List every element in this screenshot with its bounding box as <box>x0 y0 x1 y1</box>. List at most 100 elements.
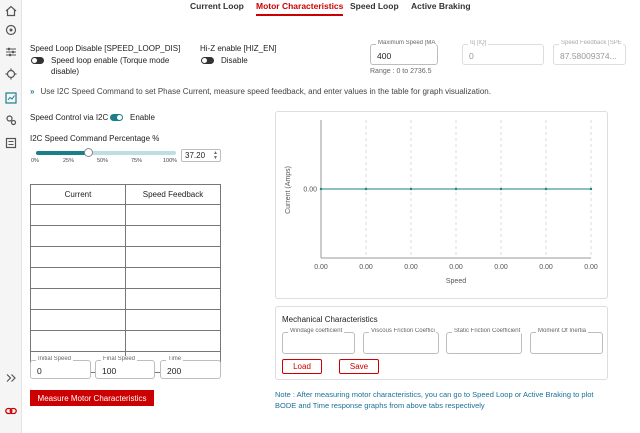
chart-x-tick-label: 0.00 <box>494 264 508 271</box>
chart-card: 0.00 0.00 0.00 0.00 0.00 0.00 0.00 0.00 Current… <box>275 111 608 299</box>
chart-x-axis-label: Speed <box>446 278 466 285</box>
current-cell[interactable] <box>30 204 126 226</box>
current-cell[interactable] <box>30 225 126 247</box>
windage-coefficient-legend: Windage coefficient <box>288 328 345 334</box>
max-speed-field[interactable]: Maximum Speed [MAX 400 <box>370 40 438 65</box>
tab-current-loop[interactable]: Current Loop <box>190 1 244 14</box>
tab-active-braking[interactable]: Active Braking <box>411 1 471 14</box>
time-legend: Time <box>166 356 184 362</box>
initial-speed-field[interactable]: Initial Speed 0 <box>30 356 91 379</box>
current-cell[interactable] <box>30 288 126 310</box>
tab-speed-loop[interactable]: Speed Loop <box>350 1 399 14</box>
slider-thumb[interactable] <box>84 148 94 157</box>
link-icon[interactable] <box>4 404 18 418</box>
current-cell[interactable] <box>30 246 126 268</box>
sliders-icon[interactable] <box>4 45 18 59</box>
tab-motor-characteristics[interactable]: Motor Characteristics <box>256 1 344 16</box>
current-cell[interactable] <box>30 330 126 352</box>
max-speed-legend: Maximum Speed [MAX <box>376 40 436 46</box>
moment-of-inertia-legend: Moment Of Inertia <box>536 328 589 334</box>
iq-value: 0 <box>469 51 474 61</box>
table-row <box>30 267 221 289</box>
chart-x-tick-label: 0.00 <box>584 264 598 271</box>
hiz-toggle[interactable] <box>201 57 214 64</box>
final-speed-legend: Final Speed <box>101 356 138 362</box>
speed-feedback-cell[interactable] <box>125 246 221 268</box>
i2c-label: Speed Control via I2C <box>30 113 109 122</box>
speed-feedback-cell[interactable] <box>125 225 221 247</box>
time-value: 200 <box>167 366 182 376</box>
data-table: Current Speed Feedback <box>30 184 221 373</box>
current-cell[interactable] <box>30 309 126 331</box>
mechanical-characteristics-title: Mechanical Characteristics <box>282 315 378 324</box>
settings-icon[interactable] <box>4 113 18 127</box>
slider-tick: 100% <box>163 158 178 164</box>
slider-tick: 50% <box>97 158 109 164</box>
registers-icon[interactable] <box>4 136 18 150</box>
max-speed-value: 400 <box>377 51 392 61</box>
expand-icon[interactable] <box>4 371 18 385</box>
static-friction-field[interactable]: Static Friction Coefficient <box>446 328 522 354</box>
chart-point <box>589 187 593 191</box>
note-text: Note : After measuring motor characteris… <box>275 390 594 410</box>
chevron-right-icon: » <box>30 87 35 96</box>
i2c-toggle[interactable] <box>110 114 123 121</box>
speed-feedback-cell[interactable] <box>125 288 221 310</box>
viscous-friction-field[interactable]: Viscous Friction Coeffici <box>363 328 439 354</box>
speed-feedback-legend: Speed Feedback [SPE <box>559 40 623 46</box>
info-text-content: Use I2C Speed Command to set Phase Curre… <box>40 87 491 96</box>
current-cell[interactable] <box>30 267 126 289</box>
column-header-current: Current <box>30 184 126 205</box>
speed-loop-toggle-label-2: disable) <box>51 67 80 76</box>
speed-loop-toggle-label: Speed loop enable (Torque mode <box>51 56 170 65</box>
initial-speed-legend: Initial Speed <box>36 356 74 362</box>
hiz-title: Hi-Z enable [HIZ_EN] <box>200 44 277 53</box>
final-speed-field[interactable]: Final Speed 100 <box>95 356 155 379</box>
current-vs-speed-chart: 0.00 0.00 0.00 0.00 0.00 0.00 0.00 0.00 Current… <box>285 120 598 285</box>
speed-feedback-cell[interactable] <box>125 309 221 331</box>
spinner-icon[interactable]: ▲ ▼ <box>213 151 218 161</box>
mechanical-characteristics-card: Mechanical Characteristics Windage coeff… <box>275 306 608 380</box>
iq-legend: Iq [IQ] <box>468 40 489 46</box>
windage-coefficient-field[interactable]: Windage coefficient <box>282 328 355 354</box>
time-field[interactable]: Time 200 <box>160 356 221 379</box>
moment-of-inertia-field[interactable]: Moment Of Inertia <box>530 328 603 354</box>
table-row <box>30 204 221 226</box>
speed-feedback-value: 87.58009374... <box>560 51 617 61</box>
home-icon[interactable] <box>4 4 18 18</box>
table-row <box>30 225 221 247</box>
speed-feedback-cell[interactable] <box>125 204 221 226</box>
speed-feedback-field[interactable]: Speed Feedback [SPE 87.58009374... <box>553 40 626 65</box>
chart-icon[interactable] <box>4 91 18 105</box>
speed-command-input[interactable]: 37.20 ▲ ▼ <box>181 149 221 162</box>
chart-x-tick-label: 0.00 <box>314 264 328 271</box>
slider-fill <box>36 151 89 155</box>
initial-speed-value: 0 <box>37 366 42 376</box>
chart-y-tick-label: 0.00 <box>303 187 317 194</box>
hiz-toggle-label: Disable <box>221 56 248 65</box>
speed-feedback-cell[interactable] <box>125 330 221 352</box>
slider-tick: 0% <box>31 158 39 164</box>
table-row <box>30 309 221 331</box>
chart-point <box>409 187 413 191</box>
motor-icon[interactable] <box>4 23 18 37</box>
save-button[interactable]: Save <box>339 359 379 374</box>
static-friction-legend: Static Friction Coefficient <box>452 328 521 334</box>
table-row <box>30 330 221 352</box>
load-button[interactable]: Load <box>282 359 322 374</box>
speed-command-slider[interactable] <box>36 148 176 157</box>
speed-loop-toggle[interactable] <box>31 57 44 64</box>
column-header-speed-feedback: Speed Feedback <box>125 184 221 205</box>
speed-loop-disable-title: Speed Loop Disable [SPEED_LOOP_DIS] <box>30 44 181 53</box>
chart-x-tick-label: 0.00 <box>449 264 463 271</box>
chart-point <box>499 187 503 191</box>
info-text: » Use I2C Speed Command to set Phase Curr… <box>30 87 491 96</box>
iq-field[interactable]: Iq [IQ] 0 <box>462 40 544 65</box>
chart-x-tick-label: 0.00 <box>539 264 553 271</box>
measure-motor-characteristics-button[interactable]: Measure Motor Characteristics <box>30 390 154 406</box>
slider-tick: 25% <box>63 158 75 164</box>
chart-y-axis-label: Current (Amps) <box>285 166 292 214</box>
speed-feedback-cell[interactable] <box>125 267 221 289</box>
chart-point <box>319 187 323 191</box>
tune-icon[interactable] <box>4 67 18 81</box>
